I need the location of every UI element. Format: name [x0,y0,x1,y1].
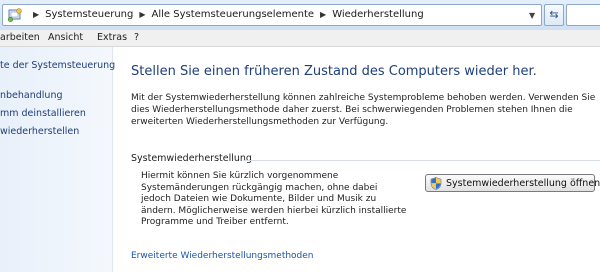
sidebar: te der Systemsteuerung nbehandlung mm de… [0,47,115,272]
chevron-right-icon[interactable]: ▶ [320,10,326,19]
section-divider [243,160,600,161]
section-description: Hiermit können Sie kürzlich vorgenommene… [141,171,407,228]
breadcrumb-wiederherstellung[interactable]: Wiederherstellung [332,9,424,20]
sidebar-item-wiederherstellen[interactable]: wiederherstellen [0,126,79,137]
uac-shield-icon [430,177,442,190]
sidebar-item-programm-deinstallieren[interactable]: mm deinstallieren [0,108,86,119]
page-title: Stellen Sie einen früheren Zustand des C… [131,64,537,79]
section-title: Systemwiederherstellung [131,153,252,164]
control-panel-icon [7,8,22,23]
advanced-recovery-link[interactable]: Erweiterte Wiederherstellungsmethoden [131,251,314,261]
open-system-restore-button[interactable]: Systemwiederherstellung öffnen [425,174,600,192]
sidebar-item-problembehandlung[interactable]: nbehandlung [0,90,63,101]
menu-help[interactable]: ? [134,30,139,46]
sidebar-item-startseite[interactable]: te der Systemsteuerung [0,60,115,71]
address-dropdown-icon[interactable]: ▼ [529,11,535,20]
chevron-right-icon[interactable]: ▶ [33,10,39,19]
breadcrumb-alle-elemente[interactable]: Alle Systemsteuerungselemente [152,9,315,20]
address-bar[interactable]: ▶ Systemsteuerung ▶ Alle Systemsteuerungsel… [2,4,542,26]
search-input[interactable] [566,4,600,26]
menu-extras[interactable]: Extras [97,30,127,46]
open-system-restore-label: Systemwiederherstellung öffnen [446,178,600,189]
page-description: Mit der Systemwiederherstellung können z… [131,93,596,127]
refresh-button[interactable]: ⇆ [544,4,564,26]
breadcrumb: ▶ Systemsteuerung ▶ Alle Systemsteuerungsel… [27,5,424,25]
breadcrumb-systemsteuerung[interactable]: Systemsteuerung [45,9,133,20]
menu-ansicht[interactable]: Ansicht [48,30,83,46]
refresh-icon: ⇆ [549,8,559,21]
address-bar-area: ▶ Systemsteuerung ▶ Alle Systemsteuerungsel… [0,0,600,30]
menu-bar: arbeiten Ansicht Extras ? [0,30,600,47]
menu-bearbeiten[interactable]: arbeiten [0,30,40,46]
main-content: Stellen Sie einen früheren Zustand des C… [113,47,600,272]
chevron-right-icon[interactable]: ▶ [139,10,145,19]
